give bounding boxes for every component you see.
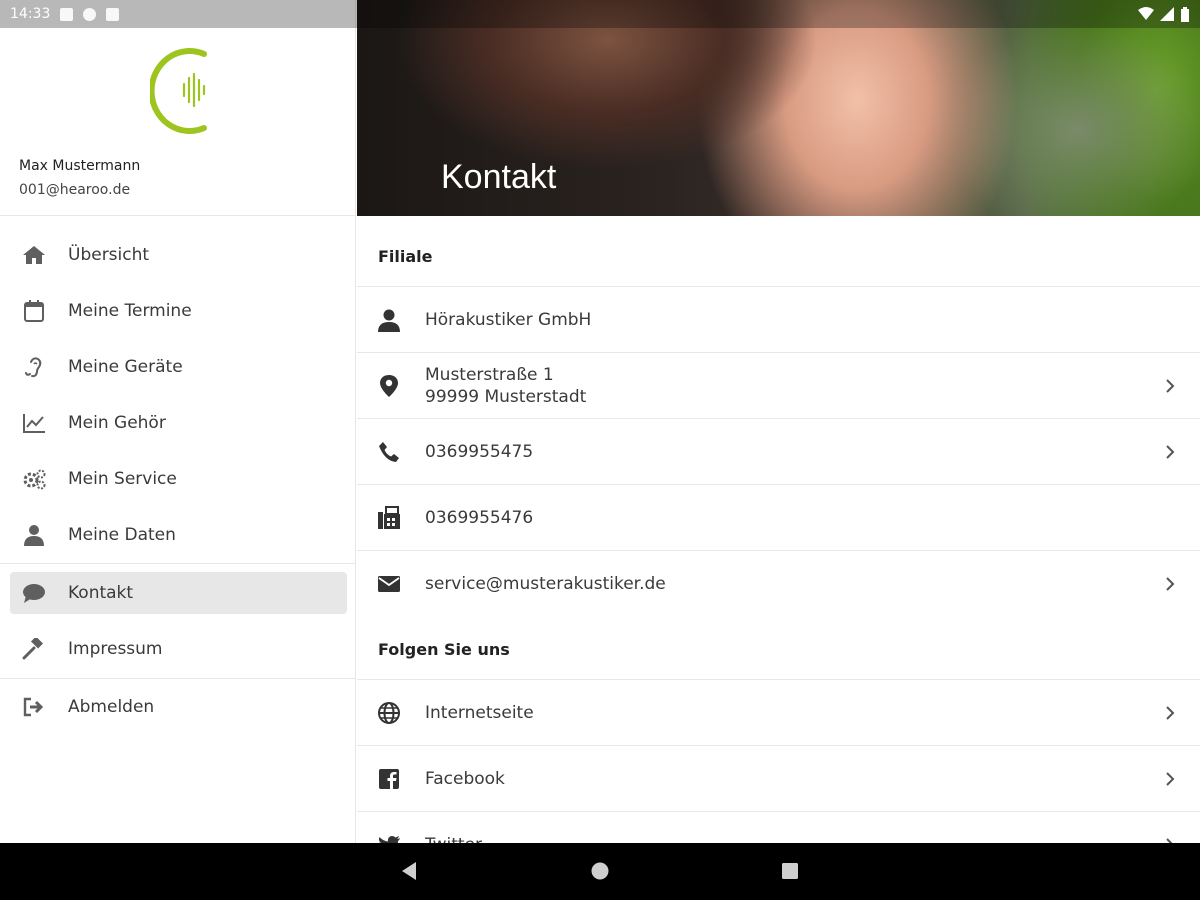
navigation-drawer: Max Mustermann 001@hearoo.de Übersicht M… xyxy=(0,0,356,843)
logout-icon xyxy=(23,697,44,717)
gears-icon xyxy=(23,469,46,490)
nav-item-impressum[interactable]: Impressum xyxy=(10,628,347,670)
hearoo-logo xyxy=(150,48,207,134)
company-name: Hörakustiker GmbH xyxy=(425,310,592,330)
chevron-right-icon xyxy=(1166,379,1175,393)
social-row-website[interactable]: Internetseite xyxy=(357,679,1200,745)
status-time: 14:33 xyxy=(10,6,51,22)
address-line-2: 99999 Musterstadt xyxy=(425,387,587,407)
nav-item-label: Abmelden xyxy=(68,697,155,717)
profile-name: Max Mustermann xyxy=(19,158,141,174)
contact-row-address[interactable]: Musterstraße 1 99999 Musterstadt xyxy=(357,352,1200,418)
contact-row-fax: 0369955476 xyxy=(357,484,1200,550)
nav-item-label: Übersicht xyxy=(68,245,150,265)
nav-item-geraete[interactable]: Meine Geräte xyxy=(10,346,347,388)
calendar-icon xyxy=(24,300,44,322)
nav-item-uebersicht[interactable]: Übersicht xyxy=(10,234,347,276)
phone-number: 0369955475 xyxy=(425,442,534,462)
ear-icon xyxy=(25,357,42,378)
section-heading-filiale: Filiale xyxy=(378,247,433,266)
nav-item-label: Impressum xyxy=(68,639,163,659)
nav-item-termine[interactable]: Meine Termine xyxy=(10,290,347,332)
chat-icon xyxy=(23,584,45,603)
contact-row-company: Hörakustiker GmbH xyxy=(357,286,1200,352)
main-content: Kontakt Filiale Hörakustiker GmbH Muster… xyxy=(357,0,1200,843)
notification-icon xyxy=(60,7,74,21)
nav-item-label: Kontakt xyxy=(68,583,134,603)
chevron-right-icon xyxy=(1166,772,1175,786)
nav-item-abmelden[interactable]: Abmelden xyxy=(10,686,347,728)
user-icon xyxy=(24,525,44,546)
website-label: Internetseite xyxy=(425,703,534,723)
phone-icon xyxy=(379,442,399,462)
nav-divider xyxy=(0,678,356,679)
nav-divider xyxy=(0,563,356,564)
profile-email: 001@hearoo.de xyxy=(19,182,131,198)
facebook-label: Facebook xyxy=(425,769,505,789)
sync-icon xyxy=(83,7,97,21)
back-button[interactable] xyxy=(400,861,418,881)
chevron-right-icon xyxy=(1166,706,1175,720)
person-icon xyxy=(378,309,400,332)
twitter-icon xyxy=(379,835,400,843)
system-nav-bar xyxy=(0,843,1200,900)
twitter-label: Twitter xyxy=(425,834,482,843)
recents-button[interactable] xyxy=(781,861,799,881)
fax-number: 0369955476 xyxy=(425,508,534,528)
signal-icon xyxy=(1160,7,1174,21)
home-icon xyxy=(23,246,45,264)
nav-item-daten[interactable]: Meine Daten xyxy=(10,514,347,556)
nav-item-service[interactable]: Mein Service xyxy=(10,458,347,500)
globe-icon xyxy=(378,702,400,724)
social-row-twitter[interactable]: Twitter xyxy=(357,811,1200,843)
nav-item-label: Meine Geräte xyxy=(68,357,183,377)
page-title: Kontakt xyxy=(441,158,557,196)
email-address: service@musterakustiker.de xyxy=(425,574,666,594)
chart-icon xyxy=(23,414,45,433)
envelope-icon xyxy=(378,576,400,592)
location-pin-icon xyxy=(380,375,398,397)
social-row-facebook[interactable]: Facebook xyxy=(357,745,1200,811)
section-heading-follow: Folgen Sie uns xyxy=(378,640,510,659)
sd-card-icon xyxy=(106,7,120,21)
nav-item-label: Meine Termine xyxy=(68,301,192,321)
fax-icon xyxy=(378,506,400,529)
status-bar: 14:33 xyxy=(0,0,1200,28)
contact-row-email[interactable]: service@musterakustiker.de xyxy=(357,550,1200,616)
nav-item-label: Mein Gehör xyxy=(68,413,166,433)
battery-icon xyxy=(1181,6,1189,22)
chevron-right-icon xyxy=(1166,577,1175,591)
gavel-icon xyxy=(22,638,44,660)
address-line-1: Musterstraße 1 xyxy=(425,365,554,385)
contact-row-phone[interactable]: 0369955475 xyxy=(357,418,1200,484)
facebook-icon xyxy=(379,769,399,789)
home-button[interactable] xyxy=(591,861,609,881)
profile-header: Max Mustermann 001@hearoo.de xyxy=(0,28,356,216)
wifi-icon xyxy=(1138,7,1154,20)
nav-item-label: Meine Daten xyxy=(68,525,176,545)
nav-item-gehoer[interactable]: Mein Gehör xyxy=(10,402,347,444)
nav-item-label: Mein Service xyxy=(68,469,177,489)
chevron-right-icon xyxy=(1166,445,1175,459)
header-image: Kontakt xyxy=(357,0,1200,216)
nav-item-kontakt[interactable]: Kontakt xyxy=(10,572,347,614)
